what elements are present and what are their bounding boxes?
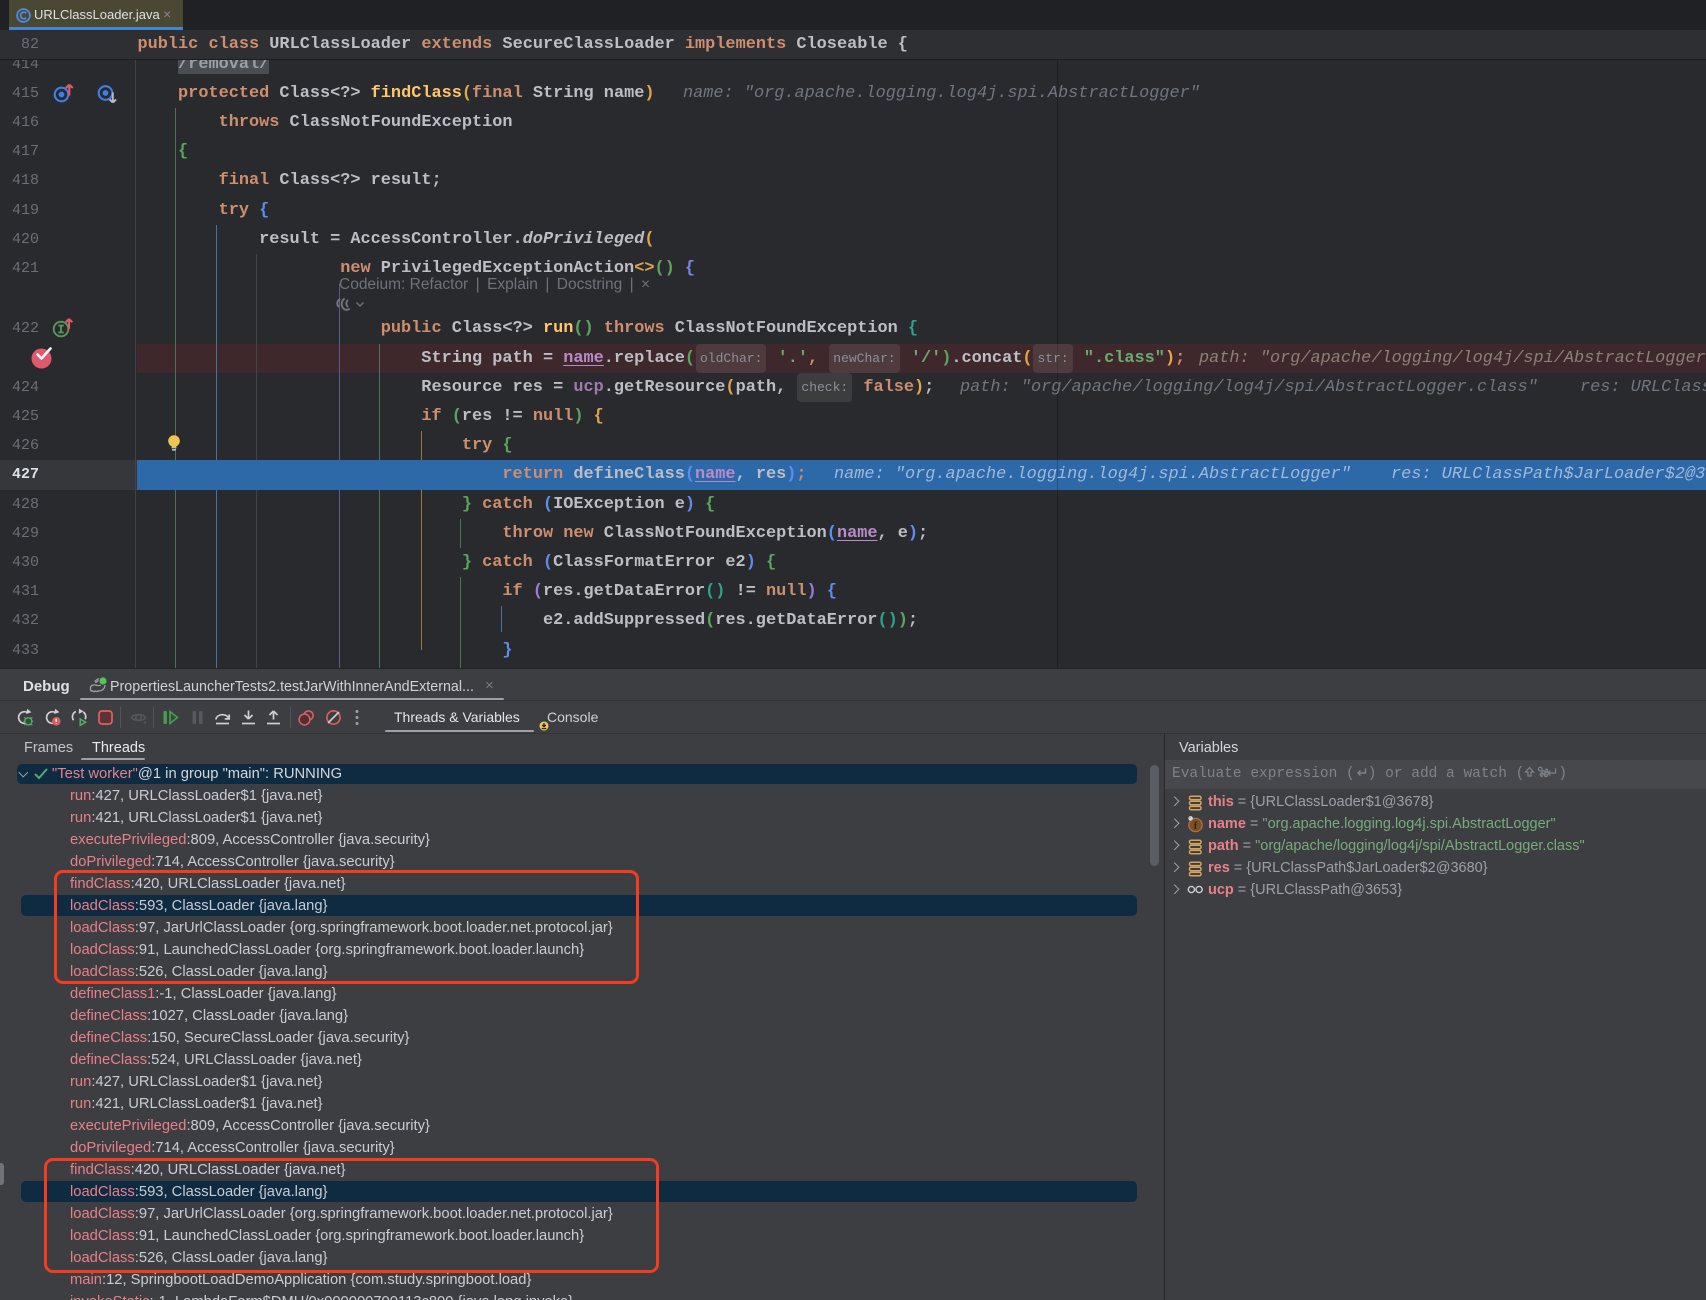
svg-text:f: f — [1194, 821, 1198, 832]
